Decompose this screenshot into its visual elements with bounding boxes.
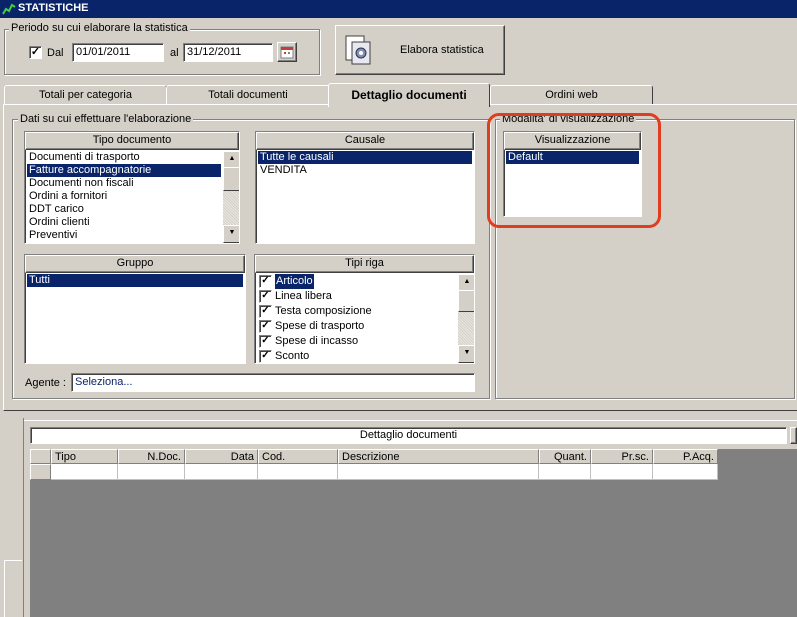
item-checkbox[interactable]: ✓ [259, 350, 272, 363]
item-checkbox[interactable]: ✓ [259, 305, 272, 318]
tipi-riga-item[interactable]: ✓ Spese di incasso [256, 334, 456, 349]
table-cell[interactable] [51, 464, 118, 480]
tipi-riga-listbox[interactable]: Tipi riga ✓ Articolo ✓ Linea libera ✓ Testa… [254, 254, 475, 364]
scroll-down-button[interactable]: ▼ [458, 345, 474, 363]
table-row[interactable] [30, 464, 797, 480]
tab-dettaglio-documenti[interactable]: Dettaglio documenti [328, 83, 490, 107]
gruppo-listbox[interactable]: Gruppo Tutti [24, 254, 246, 364]
list-item[interactable]: DDT carico [27, 203, 221, 216]
item-checkbox[interactable]: ✓ [259, 335, 272, 348]
column-header-tipo[interactable]: Tipo [51, 449, 118, 464]
tipi-riga-item[interactable]: ✓ Testa composizione [256, 304, 456, 319]
grid-corner [30, 449, 51, 464]
filters-legend: Dati su cui effettuare l'elaborazione [18, 113, 194, 125]
column-header-descrizione[interactable]: Descrizione [338, 449, 539, 464]
list-item[interactable]: Preventivi [27, 229, 221, 242]
list-item[interactable]: Documenti non fiscali [27, 177, 221, 190]
results-grid[interactable]: Tipo N.Doc. Data Cod. Descrizione Quant.… [30, 449, 797, 617]
column-header-quant[interactable]: Quant. [539, 449, 591, 464]
tipi-riga-item[interactable]: ✓ Sconto [256, 349, 456, 363]
period-legend: Periodo su cui elaborare la statistica [9, 22, 190, 34]
gruppo-header[interactable]: Gruppo [25, 255, 245, 273]
table-cell[interactable] [539, 464, 591, 480]
tipi-riga-item[interactable]: ✓ Articolo [256, 274, 456, 289]
list-item[interactable]: Ordini clienti [27, 216, 221, 229]
column-header-cod[interactable]: Cod. [258, 449, 338, 464]
list-item[interactable]: Documenti di trasporto [27, 151, 221, 164]
statistics-chart-icon [2, 2, 16, 16]
tab-totali-per-categoria[interactable]: Totali per categoria [4, 85, 167, 105]
table-cell[interactable] [118, 464, 185, 480]
scroll-down-button[interactable]: ▼ [223, 225, 239, 243]
list-item[interactable]: Ordini a fornitori [27, 190, 221, 203]
tipi-riga-scrollbar[interactable]: ▲ ▼ [458, 274, 474, 363]
scroll-thumb[interactable] [458, 290, 474, 312]
period-enable-checkbox[interactable]: ✓ [29, 46, 42, 59]
process-gear-icon [345, 35, 371, 65]
calendar-button[interactable] [277, 42, 297, 62]
tipi-riga-item[interactable]: ✓ Linea libera [256, 289, 456, 304]
elabora-statistica-button[interactable]: Elabora statistica [335, 25, 505, 75]
causale-listbox[interactable]: Causale Tutte le causali VENDITA [255, 131, 475, 244]
agente-field[interactable]: Seleziona... [71, 373, 475, 392]
list-item[interactable]: Fatture accompagnatorie [27, 164, 221, 177]
item-checkbox[interactable]: ✓ [259, 320, 272, 333]
tipo-documento-listbox[interactable]: Tipo documento Documenti di trasporto Fa… [24, 131, 240, 244]
results-tab-stub [4, 560, 22, 617]
tipo-documento-scrollbar[interactable]: ▲ ▼ [223, 151, 239, 243]
grid-header-row: Tipo N.Doc. Data Cod. Descrizione Quant.… [30, 449, 797, 464]
row-indicator [30, 464, 51, 480]
scroll-thumb[interactable] [223, 167, 239, 191]
table-cell[interactable] [185, 464, 258, 480]
tipi-riga-header[interactable]: Tipi riga [255, 255, 474, 273]
list-item[interactable]: Tutte le causali [258, 151, 472, 164]
item-checkbox[interactable]: ✓ [259, 290, 272, 303]
tab-totali-documenti[interactable]: Totali documenti [166, 85, 330, 105]
elabora-statistica-label: Elabora statistica [400, 44, 484, 56]
list-item[interactable]: Tutti [27, 274, 243, 287]
window-title-bar: STATISTICHE [0, 0, 797, 18]
results-title: Dettaglio documenti [30, 427, 787, 444]
date-from-field[interactable]: 01/01/2011 [72, 43, 164, 62]
list-item[interactable]: VENDITA [258, 164, 472, 177]
tipi-riga-item[interactable]: ✓ Spese di trasporto [256, 319, 456, 334]
tab-ordini-web[interactable]: Ordini web [490, 85, 653, 105]
date-to-field[interactable]: 31/12/2011 [183, 43, 273, 62]
column-header-prsc[interactable]: Pr.sc. [591, 449, 653, 464]
to-label: al [170, 47, 179, 59]
table-cell[interactable] [258, 464, 338, 480]
agente-label: Agente : [25, 377, 66, 389]
results-title-button[interactable] [790, 427, 797, 444]
table-cell[interactable] [338, 464, 539, 480]
calendar-icon [280, 46, 294, 59]
table-cell[interactable] [653, 464, 718, 480]
table-cell[interactable] [591, 464, 653, 480]
item-checkbox[interactable]: ✓ [259, 275, 272, 288]
from-label: Dal [47, 47, 64, 59]
tipo-documento-header[interactable]: Tipo documento [25, 132, 239, 150]
causale-header[interactable]: Causale [256, 132, 474, 150]
column-header-pacq[interactable]: P.Acq. [653, 449, 718, 464]
column-header-data[interactable]: Data [185, 449, 258, 464]
column-header-ndoc[interactable]: N.Doc. [118, 449, 185, 464]
highlight-annotation [487, 113, 661, 228]
window-title: STATISTICHE [18, 2, 89, 14]
